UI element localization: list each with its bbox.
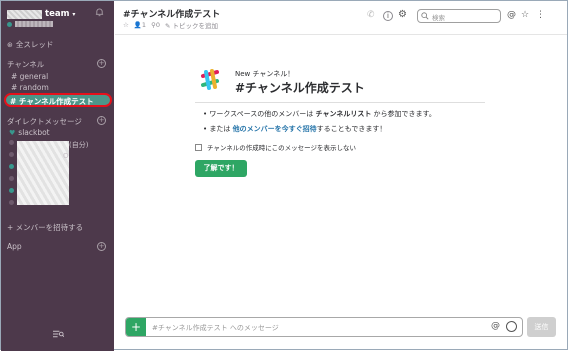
filter-search-icon[interactable] bbox=[53, 330, 64, 338]
sidebar-item-active-channel[interactable]: # チャンネル作成テスト bbox=[4, 93, 112, 107]
mentions-icon[interactable]: @ bbox=[507, 10, 516, 20]
slack-window: team ▾ ⊛ 全スレッド チャンネル + # general # rando… bbox=[0, 0, 568, 351]
message-composer[interactable]: + #チャンネル作成テスト へのメッセージ @ bbox=[125, 317, 523, 337]
threads-icon: ⊛ bbox=[7, 40, 13, 49]
user-name-redacted bbox=[15, 21, 53, 27]
dm-self-suffix: (自分) bbox=[69, 141, 89, 149]
dm-item-2[interactable] bbox=[9, 152, 14, 157]
intro-title: #チャンネル作成テスト bbox=[235, 81, 365, 95]
presence-icon bbox=[9, 140, 14, 145]
presence-icon bbox=[9, 152, 14, 157]
chevron-down-icon: ▾ bbox=[72, 10, 76, 18]
dm-item-3[interactable] bbox=[9, 164, 14, 169]
presence-icon bbox=[9, 164, 14, 169]
mention-icon[interactable]: @ bbox=[491, 321, 500, 331]
dm-names-redacted bbox=[17, 141, 69, 205]
info-icon[interactable]: i bbox=[383, 11, 393, 21]
gear-icon[interactable]: ⚙ bbox=[398, 9, 407, 20]
dm-item-4[interactable] bbox=[9, 176, 14, 181]
all-threads-label: 全スレッド bbox=[15, 40, 54, 49]
team-name-redacted bbox=[7, 9, 42, 19]
channel-list-text: チャンネルリスト bbox=[315, 110, 372, 118]
invite-now-link[interactable]: 他のメンバーを今すぐ招待 bbox=[233, 125, 317, 133]
add-topic-link[interactable]: ✎ トピックを追加 bbox=[165, 20, 218, 30]
presence-icon bbox=[9, 176, 14, 181]
dm-item-self[interactable] bbox=[9, 140, 14, 145]
send-button[interactable]: 送信 bbox=[527, 317, 556, 337]
star-icon[interactable]: ☆ bbox=[123, 21, 129, 29]
attach-plus-button[interactable]: + bbox=[126, 318, 146, 336]
pins-count[interactable]: ⚲0 bbox=[151, 21, 160, 29]
dm-o-label: O bbox=[63, 152, 69, 160]
dm-item-slackbot[interactable]: ♥ slackbot bbox=[9, 128, 50, 137]
team-name: team bbox=[45, 9, 70, 19]
new-channel-label: New チャンネル！ bbox=[235, 70, 295, 78]
presence-icon bbox=[9, 200, 14, 205]
dm-item-5[interactable] bbox=[9, 188, 14, 193]
message-input[interactable]: #チャンネル作成テスト へのメッセージ bbox=[152, 323, 279, 333]
dont-show-row[interactable]: チャンネルの作成時にこのメッセージを表示しない bbox=[195, 142, 356, 152]
dm-header[interactable]: ダイレクトメッセージ bbox=[7, 116, 82, 127]
sidebar-item-random[interactable]: # random bbox=[11, 83, 49, 92]
add-channel-icon[interactable]: + bbox=[97, 59, 106, 68]
invite-members-link[interactable]: + メンバーを招待する bbox=[7, 222, 83, 233]
starred-icon[interactable]: ☆ bbox=[521, 10, 529, 20]
channel-meta: ☆ 👤1 ⚲0 ✎ トピックを追加 bbox=[123, 20, 218, 30]
search-input[interactable]: 検索 bbox=[417, 9, 501, 23]
channel-title[interactable]: #チャンネル作成テスト bbox=[123, 7, 220, 20]
heart-icon: ♥ bbox=[9, 128, 16, 137]
intro-line-1: • ワークスペースの他のメンバーは チャンネルリスト から参加できます。 bbox=[203, 110, 436, 118]
channels-header[interactable]: チャンネル bbox=[7, 59, 44, 70]
dm-slackbot-label: slackbot bbox=[18, 128, 50, 137]
search-icon bbox=[421, 12, 429, 20]
dont-show-label: チャンネルの作成時にこのメッセージを表示しない bbox=[207, 144, 357, 152]
dm-item-6[interactable] bbox=[9, 200, 14, 205]
bell-icon[interactable] bbox=[95, 8, 104, 17]
emoji-icon[interactable] bbox=[506, 321, 517, 332]
current-user[interactable] bbox=[7, 21, 53, 27]
team-switcher[interactable]: team ▾ bbox=[7, 8, 75, 20]
sidebar-item-all-threads[interactable]: ⊛ 全スレッド bbox=[7, 39, 53, 50]
presence-icon bbox=[9, 188, 14, 193]
sidebar-item-general[interactable]: # general bbox=[11, 72, 48, 81]
more-icon[interactable]: ⋮ bbox=[536, 10, 545, 20]
call-icon[interactable]: ✆ bbox=[367, 10, 375, 20]
channel-header: #チャンネル作成テスト ☆ 👤1 ⚲0 ✎ トピックを追加 ✆ i ⚙ 検索 @… bbox=[115, 1, 567, 35]
slack-logo-icon bbox=[195, 65, 225, 95]
search-placeholder: 検索 bbox=[432, 14, 445, 22]
dont-show-checkbox[interactable] bbox=[195, 143, 202, 151]
intro-line-2: • または 他のメンバーを今すぐ招待することもできます！ bbox=[203, 125, 387, 133]
members-count[interactable]: 👤1 bbox=[134, 21, 146, 29]
add-dm-icon[interactable]: + bbox=[97, 116, 106, 125]
presence-icon bbox=[7, 21, 12, 27]
ok-button[interactable]: 了解です！ bbox=[195, 160, 247, 177]
add-app-icon[interactable]: + bbox=[97, 242, 106, 251]
sidebar: team ▾ ⊛ 全スレッド チャンネル + # general # rando… bbox=[1, 1, 114, 351]
divider bbox=[195, 102, 485, 103]
apps-header[interactable]: App bbox=[7, 242, 22, 251]
